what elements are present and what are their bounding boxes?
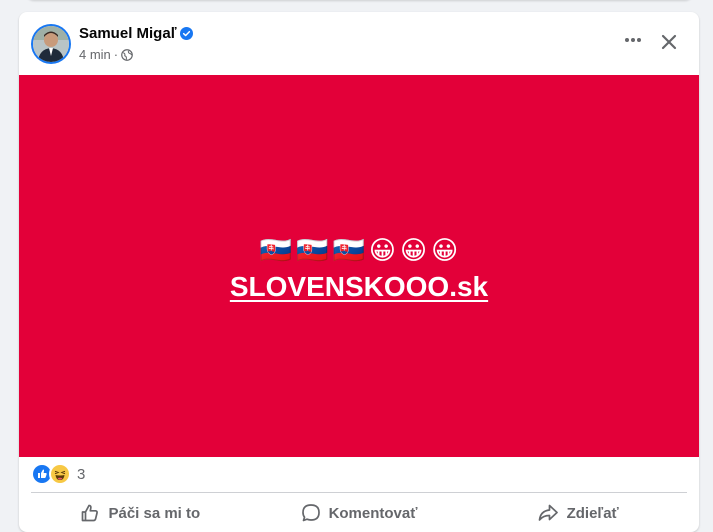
reaction-count: 3 [77,465,86,483]
share-arrow-icon [538,504,558,521]
verified-badge-icon [180,27,194,40]
slovak-flag-emoji: 🇸🇰 [296,235,329,265]
author-avatar[interactable] [31,24,71,64]
share-label: Zdieľať [566,504,619,522]
avatar-photo [33,26,69,62]
comment-icon [301,504,320,522]
post-meta: 4 min · [79,47,133,62]
globe-icon[interactable] [121,48,133,61]
grinning-face-emoji: 😀 [368,235,396,265]
post-media[interactable]: 🇸🇰 🇸🇰 🇸🇰 😀 😀 😀 SLOVENSKOOO.sk [19,75,699,457]
like-label: Páči sa mi to [108,504,201,522]
thumbs-up-icon [82,504,99,522]
comment-label: Komentovať [328,504,418,522]
like-button[interactable]: Páči sa mi to [31,493,250,529]
post-card: Samuel Migaľ 4 min · 🇸🇰 🇸🇰 🇸🇰 😀 😀 😀 SLOV… [19,12,699,532]
reaction-icons [31,463,71,485]
post-header: Samuel Migaľ 4 min · [19,12,699,75]
author-name[interactable]: Samuel Migaľ [79,25,176,42]
more-dots-icon [625,38,641,42]
meta-separator: · [113,47,119,62]
author-line: Samuel Migaľ [79,25,194,42]
slovak-flag-emoji: 🇸🇰 [259,235,293,265]
emoji-line: 🇸🇰 🇸🇰 🇸🇰 😀 😀 😀 [19,233,699,267]
post-link[interactable]: SLOVENSKOOO.sk [19,271,699,303]
post-actions: Páči sa mi to Komentovať Zdieľať [31,492,687,529]
grinning-face-emoji: 😀 [400,235,428,265]
post-time[interactable]: 4 min [79,47,111,62]
close-icon [661,34,677,50]
comment-button[interactable]: Komentovať [250,493,469,529]
reaction-summary[interactable]: 3 [31,462,85,486]
share-button[interactable]: Zdieľať [468,493,687,529]
slovak-flag-emoji: 🇸🇰 [332,235,365,265]
close-button[interactable] [655,28,683,56]
haha-icon [49,463,71,485]
grinning-face-emoji: 😀 [431,235,459,265]
more-options-button[interactable] [619,26,647,54]
